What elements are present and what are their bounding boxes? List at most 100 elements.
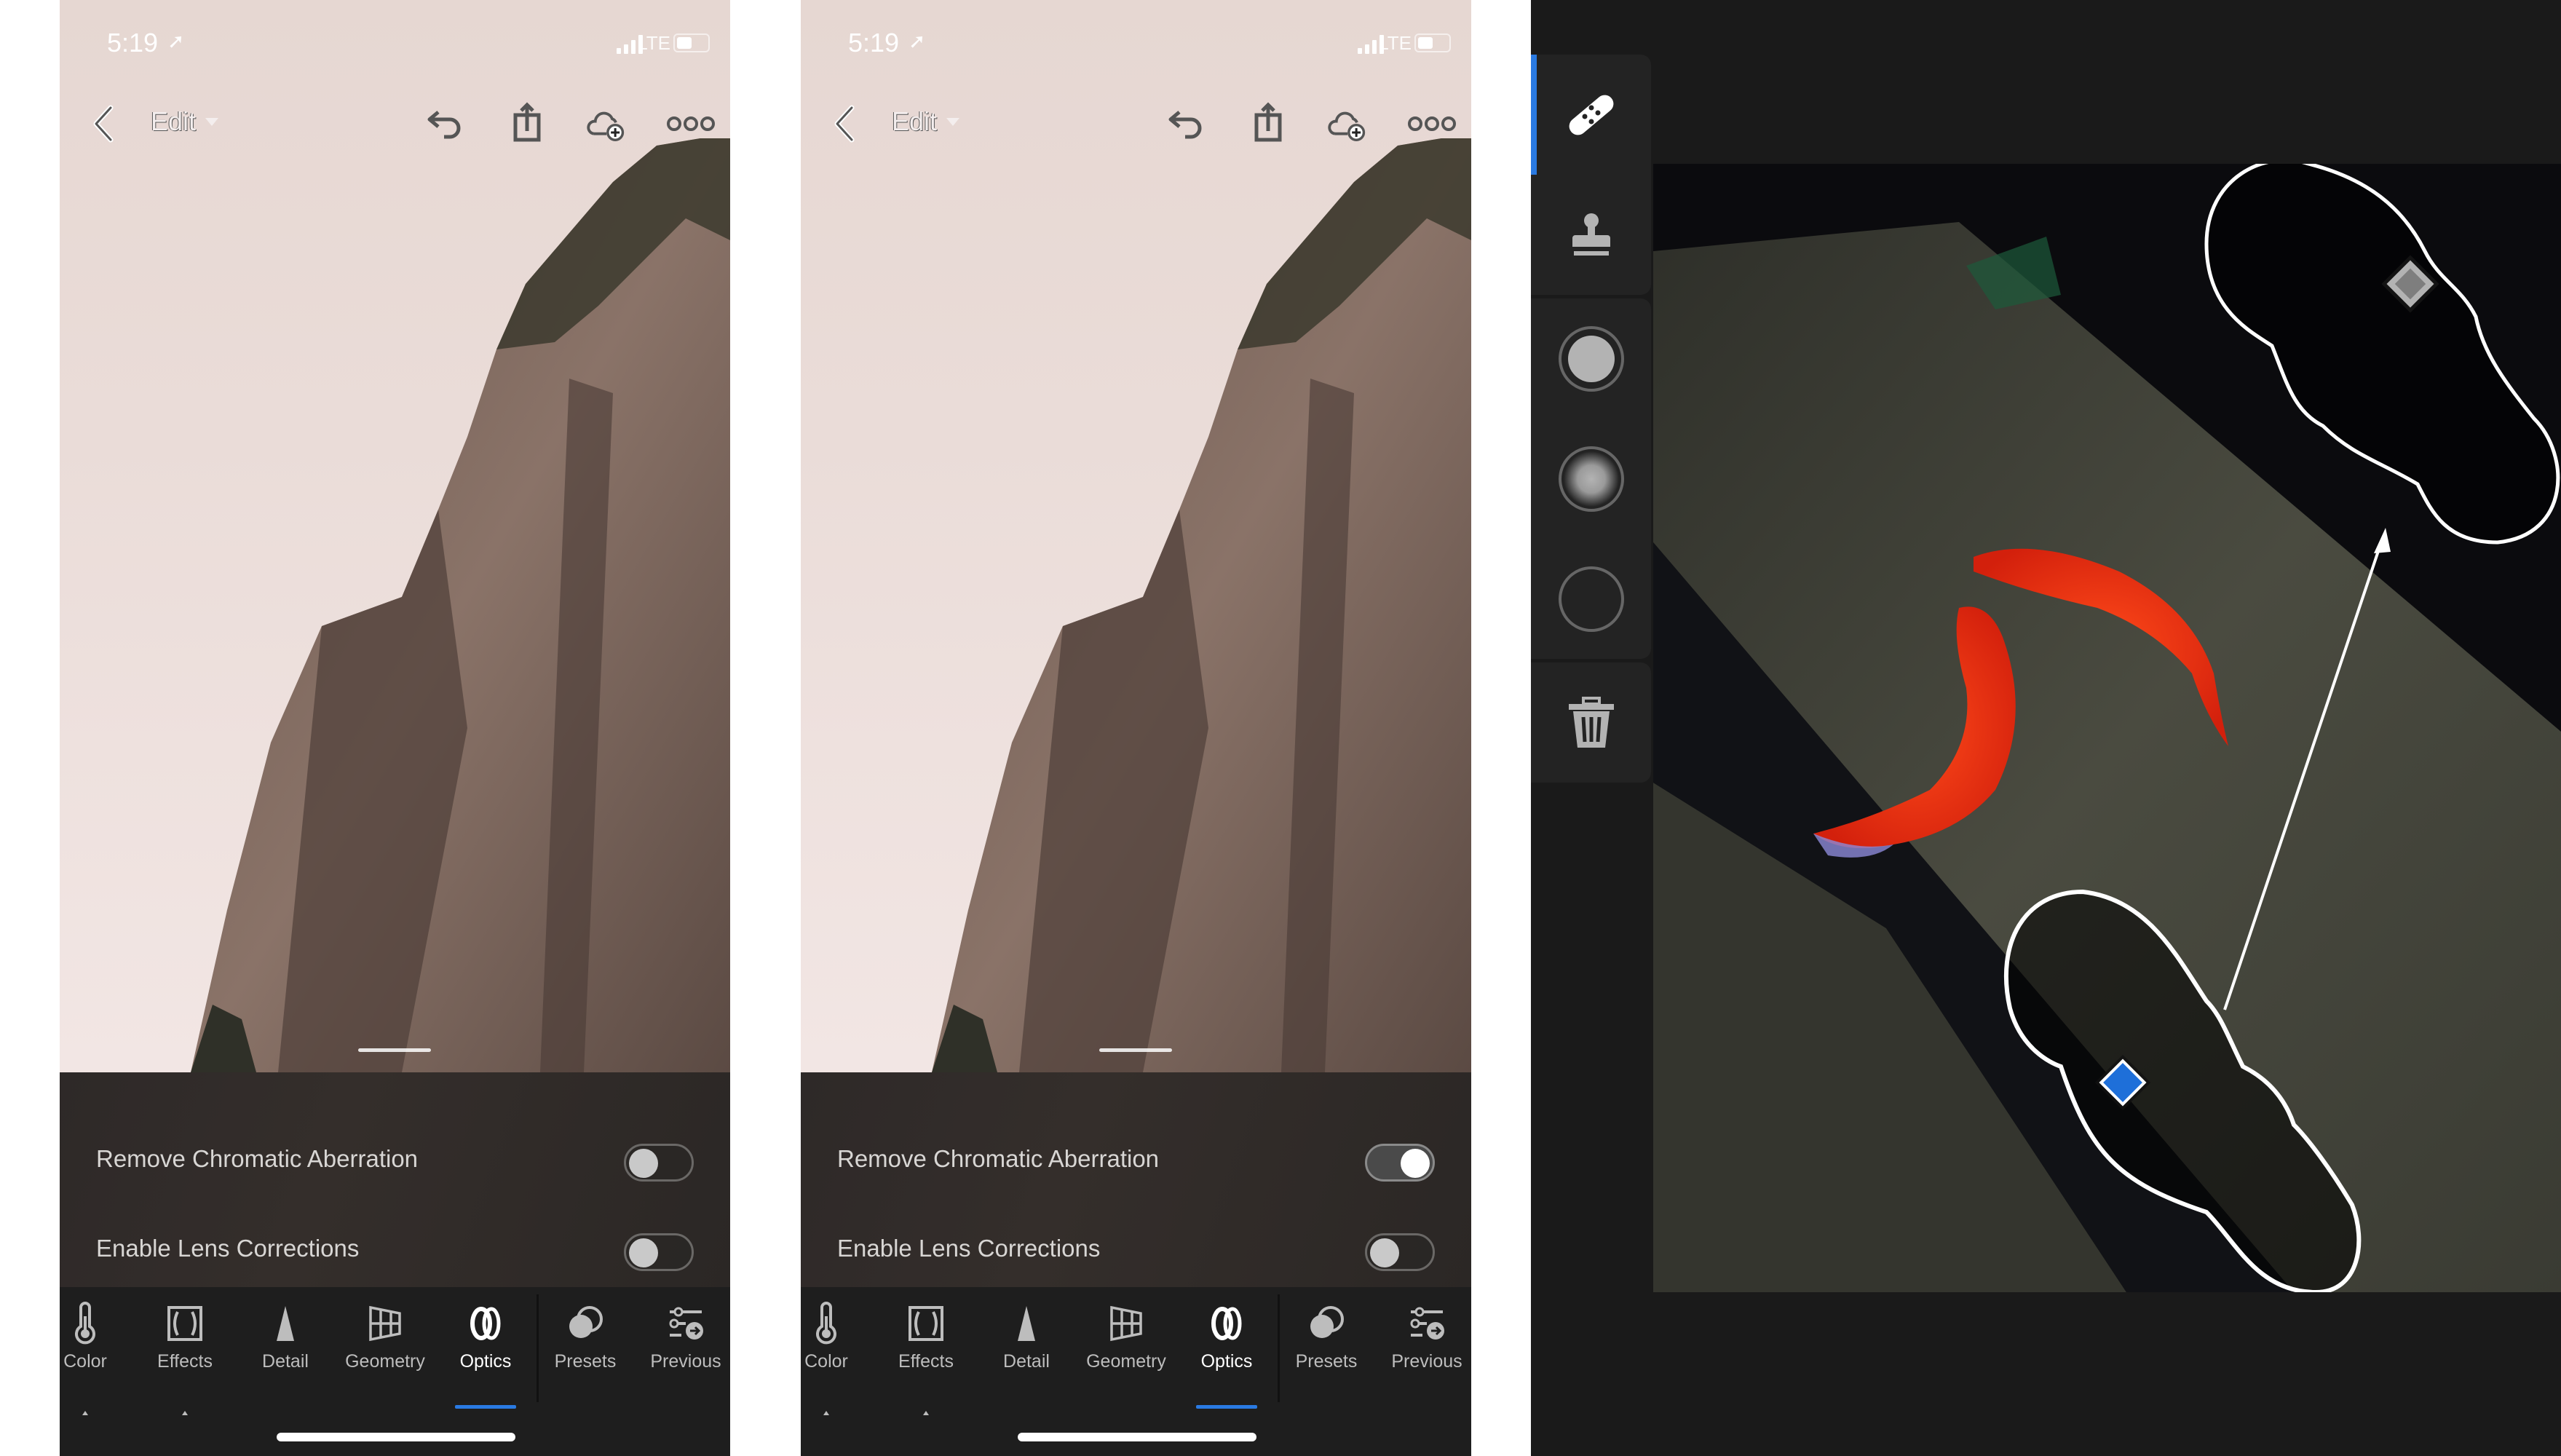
undo-icon[interactable] <box>422 102 466 146</box>
tab-optics[interactable]: Optics <box>1183 1302 1270 1409</box>
tab-label: Optics <box>459 1351 512 1372</box>
tab-previous[interactable]: Previous <box>1383 1302 1471 1396</box>
tab-optics[interactable]: Optics <box>442 1302 529 1409</box>
toggle-knob <box>1401 1149 1430 1178</box>
tab-color[interactable]: Color <box>60 1302 129 1415</box>
status-bar: 5:19 ➚ LTE <box>801 28 1471 64</box>
chevron-left-icon[interactable] <box>87 102 121 146</box>
bandage-icon <box>1569 95 1613 135</box>
photo-canvas[interactable] <box>801 0 1471 1072</box>
network-label: LTE <box>637 32 670 54</box>
home-indicator[interactable] <box>1018 1433 1256 1441</box>
previous-sliders-icon <box>669 1307 703 1340</box>
top-nav: Edit <box>801 102 1471 146</box>
tab-label: Previous <box>1391 1351 1462 1372</box>
soft-brush-icon <box>1558 446 1624 512</box>
tab-label: Geometry <box>1086 1351 1166 1372</box>
previous-sliders-icon <box>1410 1307 1444 1340</box>
delete-group <box>1531 662 1651 783</box>
triangle-icon <box>277 1306 294 1341</box>
tab-presets[interactable]: Presets <box>542 1302 629 1396</box>
adjusted-indicator <box>923 1411 929 1415</box>
chromatic-aberration-toggle[interactable] <box>1365 1144 1435 1182</box>
sheet-handle[interactable] <box>1099 1048 1172 1052</box>
active-tab-underline <box>1196 1405 1257 1409</box>
network-label: LTE <box>1378 32 1412 54</box>
brush-outline-button[interactable] <box>1531 539 1651 659</box>
photo-canvas[interactable] <box>1653 164 2561 1292</box>
chromatic-aberration-label: Remove Chromatic Aberration <box>96 1145 419 1172</box>
toggle-knob <box>629 1238 658 1267</box>
brush-type-group <box>1531 298 1651 659</box>
hard-brush-icon <box>1558 325 1624 392</box>
source-link-line <box>2223 542 2383 1010</box>
edit-tab-bar: Color Effects Detail Geometry Optics Pre… <box>60 1287 730 1456</box>
chromatic-aberration-label: Remove Chromatic Aberration <box>837 1145 1160 1172</box>
hard-brush-button[interactable] <box>1531 298 1651 419</box>
status-time: 5:19 <box>848 28 900 58</box>
status-bar: 5:19 ➚ LTE <box>60 28 730 64</box>
tab-effects[interactable]: Effects <box>141 1302 229 1415</box>
home-indicator[interactable] <box>277 1433 515 1441</box>
tab-divider <box>1278 1294 1280 1402</box>
lens-corrections-label: Enable Lens Corrections <box>96 1235 360 1262</box>
tab-effects[interactable]: Effects <box>882 1302 970 1415</box>
delete-button[interactable] <box>1531 662 1651 783</box>
phone-screen-before: 5:19 ➚ LTE Edit Remove Chromatic Aberrat… <box>60 0 730 1456</box>
edit-mode-dropdown[interactable]: Edit <box>151 106 196 137</box>
presets-icon <box>569 1306 603 1338</box>
tab-presets[interactable]: Presets <box>1283 1302 1370 1396</box>
chevron-left-icon[interactable] <box>828 102 862 146</box>
tab-label: Detail <box>262 1351 309 1372</box>
stamp-icon <box>1572 213 1610 256</box>
heal-mode-group <box>1531 55 1651 295</box>
location-arrow-icon: ➚ <box>167 29 185 53</box>
cloud-add-icon[interactable] <box>585 102 629 146</box>
sheet-handle[interactable] <box>358 1048 431 1052</box>
share-icon[interactable] <box>505 102 549 146</box>
heal-overlay <box>2003 164 2560 1292</box>
healing-tool-screen <box>1531 0 2561 1456</box>
bottom-toolbar-area <box>1531 1292 2561 1456</box>
clone-stamp-button[interactable] <box>1531 175 1651 295</box>
battery-icon <box>673 33 710 52</box>
lens-corrections-toggle[interactable] <box>624 1233 694 1271</box>
presets-icon <box>1310 1306 1344 1338</box>
lens-corrections-toggle[interactable] <box>1365 1233 1435 1271</box>
target-area-outline <box>2003 889 2362 1292</box>
tab-label: Optics <box>1200 1351 1253 1372</box>
tab-color[interactable]: Color <box>801 1302 870 1415</box>
toggle-knob <box>1370 1238 1399 1267</box>
more-icon[interactable] <box>665 102 716 146</box>
chromatic-aberration-row: Remove Chromatic Aberration <box>801 1131 1471 1189</box>
top-nav: Edit <box>60 102 730 146</box>
undo-icon[interactable] <box>1163 102 1207 146</box>
cliff-photo <box>191 138 730 1072</box>
lens-icon <box>1211 1307 1242 1340</box>
status-time: 5:19 <box>107 28 159 58</box>
healing-brush-button[interactable] <box>1531 55 1651 175</box>
tab-geometry[interactable]: Geometry <box>1082 1302 1170 1396</box>
thermometer-icon <box>816 1302 836 1345</box>
more-icon[interactable] <box>1406 102 1457 146</box>
tab-detail[interactable]: Detail <box>983 1302 1070 1396</box>
tab-label: Presets <box>554 1351 617 1372</box>
active-tab-underline <box>455 1405 516 1409</box>
chromatic-aberration-toggle[interactable] <box>624 1144 694 1182</box>
share-icon[interactable] <box>1246 102 1290 146</box>
tab-geometry[interactable]: Geometry <box>341 1302 429 1396</box>
chevron-down-icon <box>946 118 959 126</box>
tab-previous[interactable]: Previous <box>642 1302 729 1396</box>
soft-brush-button[interactable] <box>1531 419 1651 539</box>
photo-canvas[interactable] <box>60 0 730 1072</box>
phone-screen-after: 5:19 ➚ LTE Edit Remove Chromatic Aberrat… <box>801 0 1471 1456</box>
edit-mode-dropdown[interactable]: Edit <box>892 106 937 137</box>
adjusted-indicator <box>823 1411 829 1415</box>
tab-detail[interactable]: Detail <box>242 1302 329 1396</box>
arrow-head-icon <box>2374 528 2391 553</box>
cloud-add-icon[interactable] <box>1326 102 1370 146</box>
triangle-icon <box>1018 1306 1035 1341</box>
tab-divider <box>537 1294 539 1402</box>
trash-icon <box>1568 696 1614 748</box>
chromatic-aberration-row: Remove Chromatic Aberration <box>60 1131 730 1189</box>
